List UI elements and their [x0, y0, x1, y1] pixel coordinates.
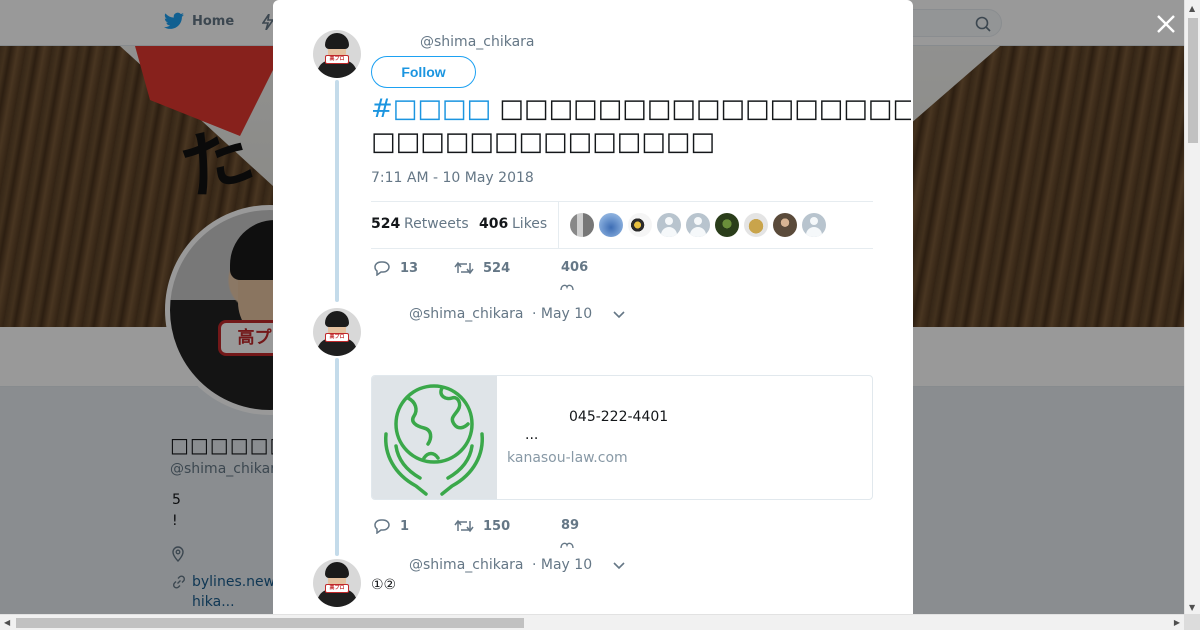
like-stat-count[interactable]: 406: [479, 216, 508, 232]
tweet-date[interactable]: · May 10: [532, 306, 592, 322]
tweet-stats: 524 Retweets 406 Likes: [371, 201, 873, 249]
reply-icon: [374, 519, 390, 534]
retweet-stat-label[interactable]: Retweets: [404, 216, 469, 232]
thread-connector: [335, 358, 339, 556]
liker-avatar-default[interactable]: [686, 213, 710, 237]
like-action[interactable]: 406: [561, 260, 588, 275]
heart-icon[interactable]: [560, 542, 574, 548]
retweet-action[interactable]: 524: [454, 260, 510, 276]
author-avatar[interactable]: 高プロ: [313, 30, 361, 78]
tweet-permalink-modal: 高プロ @shima_chikara Follow #□□□□ □□□□□□□□…: [273, 0, 913, 614]
reply-count: 1: [400, 518, 410, 534]
retweet-stat-count[interactable]: 524: [371, 216, 400, 232]
liker-avatar[interactable]: [773, 213, 797, 237]
liker-avatar[interactable]: [570, 213, 594, 237]
chevron-down-icon[interactable]: [612, 309, 626, 319]
like-count: 406: [561, 260, 589, 275]
tweet-text: ①②: [371, 577, 397, 593]
vertical-scrollbar[interactable]: ▲ ▼: [1184, 0, 1200, 614]
retweet-icon: [454, 261, 474, 275]
retweet-count: 524: [483, 260, 511, 276]
reply-action[interactable]: 1: [373, 518, 409, 534]
thread-connector: [335, 80, 339, 302]
card-domain: kanasou-law.com: [507, 450, 628, 466]
chevron-down-icon[interactable]: [612, 560, 626, 570]
follow-button[interactable]: Follow: [371, 56, 476, 88]
tweet-date[interactable]: · May 10: [532, 557, 592, 573]
scroll-up-arrow-icon[interactable]: ▲: [1189, 4, 1195, 13]
retweet-icon: [454, 519, 474, 533]
scrollbar-corner: [1184, 614, 1200, 630]
reply-count: 13: [400, 260, 419, 276]
heart-icon[interactable]: [560, 284, 574, 290]
tweet-timestamp[interactable]: 7:11 AM - 10 May 2018: [371, 170, 534, 186]
tweet-author-handle[interactable]: @shima_chikara: [409, 306, 524, 322]
liker-avatar-default[interactable]: [657, 213, 681, 237]
card-thumbnail: [372, 376, 497, 499]
hashtag-link[interactable]: #□□□□: [371, 94, 491, 124]
liker-avatar[interactable]: [628, 213, 652, 237]
liker-avatar-default[interactable]: [802, 213, 826, 237]
like-stat-label[interactable]: Likes: [512, 216, 547, 232]
author-avatar[interactable]: 高プロ: [313, 308, 361, 356]
vertical-scroll-thumb[interactable]: [1188, 18, 1198, 143]
tweet-text-body: □□□□□□□□□□□□□□□□□□□□□□□□□□□□□□□□□□□□□①□□…: [499, 94, 911, 124]
link-preview-card[interactable]: 045-222-4401 ... kanasou-law.com: [371, 375, 873, 500]
reply-icon: [374, 261, 390, 276]
tweet-author-handle[interactable]: @shima_chikara: [409, 557, 524, 573]
reply-action[interactable]: 13: [373, 260, 418, 276]
scroll-down-arrow-icon[interactable]: ▼: [1189, 603, 1195, 612]
close-icon[interactable]: [1154, 12, 1178, 36]
likers-avatar-row: [570, 213, 826, 237]
liker-avatar[interactable]: [744, 213, 768, 237]
tweet-text-body: □□□□□□□□□□□□□□: [371, 127, 715, 157]
tweet-author-handle[interactable]: @shima_chikara: [420, 34, 535, 50]
liker-avatar[interactable]: [715, 213, 739, 237]
tweet-text: #□□□□ □□□□□□□□□□□□□□□□□□□□□□□□□□□□□□□□□□…: [371, 93, 911, 159]
like-action[interactable]: 89: [561, 518, 579, 533]
earth-in-hands-icon: [384, 384, 484, 496]
scroll-left-arrow-icon[interactable]: ◀: [4, 618, 10, 627]
like-count: 89: [561, 518, 580, 533]
liker-avatar[interactable]: [599, 213, 623, 237]
horizontal-scrollbar[interactable]: ◀ ▶: [0, 614, 1184, 630]
card-description: ...: [525, 427, 539, 443]
retweet-action[interactable]: 150: [454, 518, 510, 534]
scroll-right-arrow-icon[interactable]: ▶: [1174, 618, 1180, 627]
retweet-count: 150: [483, 518, 511, 534]
horizontal-scroll-thumb[interactable]: [16, 618, 524, 628]
card-title: 045-222-4401: [569, 409, 669, 425]
author-avatar[interactable]: 高プロ: [313, 559, 361, 607]
